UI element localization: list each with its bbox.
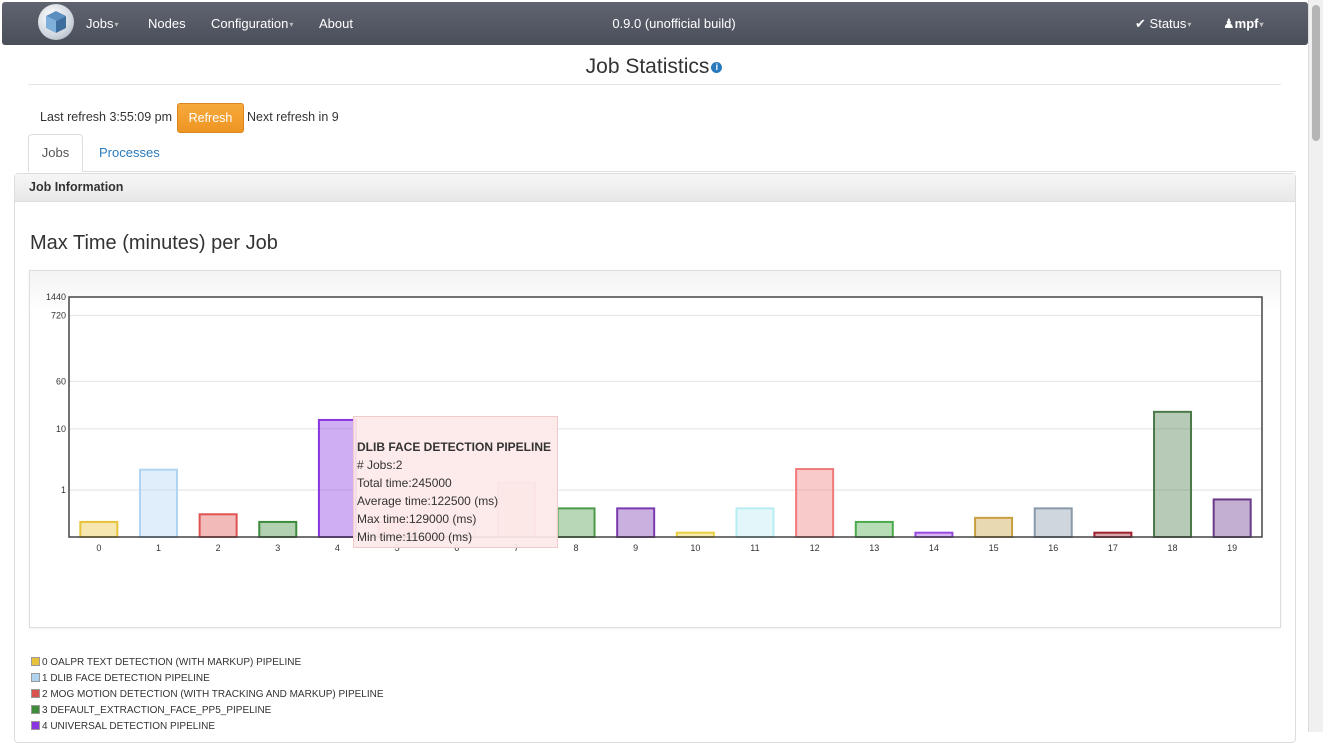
- title-divider: [28, 84, 1281, 85]
- tooltip-min: Min time:116000 (ms): [357, 530, 473, 544]
- chart-bar: [974, 516, 1014, 538]
- last-refresh-label: Last refresh 3:55:09 pm: [40, 110, 173, 124]
- legend-item[interactable]: 4 UNIVERSAL DETECTION PIPELINE: [31, 720, 384, 736]
- legend-item[interactable]: 2 MOG MOTION DETECTION (WITH TRACKING AN…: [31, 688, 384, 704]
- chart-bar: [616, 507, 656, 539]
- chart-bar: [317, 418, 357, 538]
- legend-label: 3 DEFAULT_EXTRACTION_FACE_PP5_PIPELINE: [42, 705, 272, 716]
- chart-bar: [735, 507, 775, 539]
- chart-title: Max Time (minutes) per Job: [30, 232, 278, 254]
- x-tick-label: 15: [989, 543, 999, 553]
- check-icon: ✔: [1135, 16, 1146, 31]
- legend-swatch: [31, 673, 40, 682]
- y-tick-label: 720: [51, 310, 66, 320]
- nav-configuration-label: Configuration: [211, 16, 289, 31]
- tooltip-average: Average time:122500 (ms): [357, 494, 499, 508]
- x-tick-label: 10: [690, 543, 700, 553]
- chevron-down-icon: ▾: [1187, 20, 1192, 29]
- legend-label: 4 UNIVERSAL DETECTION PIPELINE: [42, 721, 216, 732]
- legend-label: 0 OALPR TEXT DETECTION (WITH MARKUP) PIP…: [42, 657, 302, 668]
- chart-bar: [1033, 507, 1073, 539]
- legend-swatch: [31, 705, 40, 714]
- chevron-down-icon: ▾: [289, 20, 294, 29]
- chart-bar: [795, 468, 835, 538]
- refresh-button[interactable]: Refresh: [177, 103, 244, 133]
- x-tick-label: 19: [1227, 543, 1237, 553]
- x-tick-label: 1: [156, 543, 161, 553]
- panel-heading: Job Information: [15, 174, 1295, 202]
- legend-label: 2 MOG MOTION DETECTION (WITH TRACKING AN…: [42, 689, 384, 700]
- y-tick-label: 60: [56, 376, 66, 386]
- legend-label: 1 DLIB FACE DETECTION PIPELINE: [42, 673, 210, 684]
- x-tick-label: 18: [1168, 543, 1178, 553]
- chevron-down-icon: ▾: [1259, 20, 1264, 29]
- nav-user-label: mpf: [1234, 16, 1259, 31]
- chart-bar: [1153, 410, 1193, 539]
- nav-status-menu[interactable]: ✔ Status▾: [1135, 16, 1191, 32]
- legend-item[interactable]: 1 DLIB FACE DETECTION PIPELINE: [31, 672, 384, 688]
- tooltip-total: Total time:245000: [357, 476, 452, 490]
- y-tick-label: 1440: [46, 292, 66, 302]
- tooltip-title: DLIB FACE DETECTION PIPELINE: [357, 440, 552, 454]
- x-tick-label: 16: [1048, 543, 1058, 553]
- page-title-text: Job Statistics: [585, 55, 710, 78]
- chart-container: 1 10 60 720 1440 0 1 2 3 4 5 6 7 8 9 10 11 12 13 14 15 16 17 18…: [29, 270, 1281, 628]
- nav-user-menu[interactable]: ♟mpf▾: [1223, 16, 1264, 32]
- chevron-down-icon: ▾: [114, 20, 119, 29]
- nav-jobs-menu[interactable]: Jobs▾: [86, 16, 118, 31]
- nav-status-label: Status: [1149, 16, 1187, 31]
- tooltip-max: Max time:129000 (ms): [357, 512, 477, 526]
- x-tick-label: 4: [335, 543, 340, 553]
- nav-nodes[interactable]: Nodes: [148, 16, 186, 31]
- x-tick-label: 17: [1108, 543, 1118, 553]
- app-logo-icon[interactable]: [38, 4, 74, 40]
- legend-swatch: [31, 689, 40, 698]
- tab-processes[interactable]: Processes: [99, 145, 160, 160]
- y-tick-label: 1: [61, 485, 66, 495]
- bar-chart: 1106072014400 1 2 3 4 5 6 7 8 9 10 11 12 13 14 15 16 17 18…: [46, 292, 1263, 553]
- info-icon[interactable]: i: [711, 61, 723, 73]
- chart-bar: [258, 520, 298, 538]
- chart-tooltip: DLIB FACE DETECTION PIPELINE # Jobs:2 To…: [353, 416, 558, 548]
- x-tick-label: 3: [275, 543, 280, 553]
- scrollbar-thumb[interactable]: [1312, 5, 1320, 141]
- x-tick-label: 11: [750, 543, 759, 553]
- nav-jobs-label: Jobs: [86, 16, 114, 31]
- user-icon: ♟: [1223, 16, 1235, 31]
- chart-bar: [1212, 498, 1252, 539]
- x-tick-label: 8: [574, 543, 579, 553]
- chart-bar: [198, 513, 238, 539]
- legend-swatch: [31, 657, 40, 666]
- chart-bar: [854, 520, 894, 538]
- nav-configuration-menu[interactable]: Configuration▾: [211, 16, 293, 31]
- x-tick-label: 14: [929, 543, 939, 553]
- tab-jobs[interactable]: Jobs: [28, 134, 83, 172]
- plot-area: [69, 297, 1262, 537]
- version-label: 0.9.0 (unofficial build): [612, 16, 736, 31]
- y-tick-label: 10: [56, 424, 66, 434]
- legend-swatch: [31, 721, 40, 730]
- x-tick-label: 12: [810, 543, 820, 553]
- x-tick-label: 9: [633, 543, 638, 553]
- chart-bar: [138, 468, 178, 538]
- x-tick-label: 2: [216, 543, 221, 553]
- x-tick-label: 0: [96, 543, 101, 553]
- top-navbar: Jobs▾ Nodes Configuration▾ About 0.9.0 (…: [2, 2, 1308, 45]
- chart-bar: [556, 507, 596, 539]
- tabs-divider: [28, 171, 1296, 172]
- legend-item[interactable]: 0 OALPR TEXT DETECTION (WITH MARKUP) PIP…: [31, 656, 384, 672]
- nav-about[interactable]: About: [319, 16, 353, 31]
- chart-legend: 0 OALPR TEXT DETECTION (WITH MARKUP) PIP…: [31, 656, 384, 736]
- chart-bar: [79, 520, 119, 538]
- tooltip-jobs: # Jobs:2: [357, 458, 403, 472]
- x-tick-label: 13: [869, 543, 879, 553]
- legend-item[interactable]: 3 DEFAULT_EXTRACTION_FACE_PP5_PIPELINE: [31, 704, 384, 720]
- page-scrollbar[interactable]: [1308, 0, 1323, 732]
- next-refresh-label: Next refresh in 9: [247, 110, 339, 124]
- page-title: Job Statistics i: [0, 55, 1308, 79]
